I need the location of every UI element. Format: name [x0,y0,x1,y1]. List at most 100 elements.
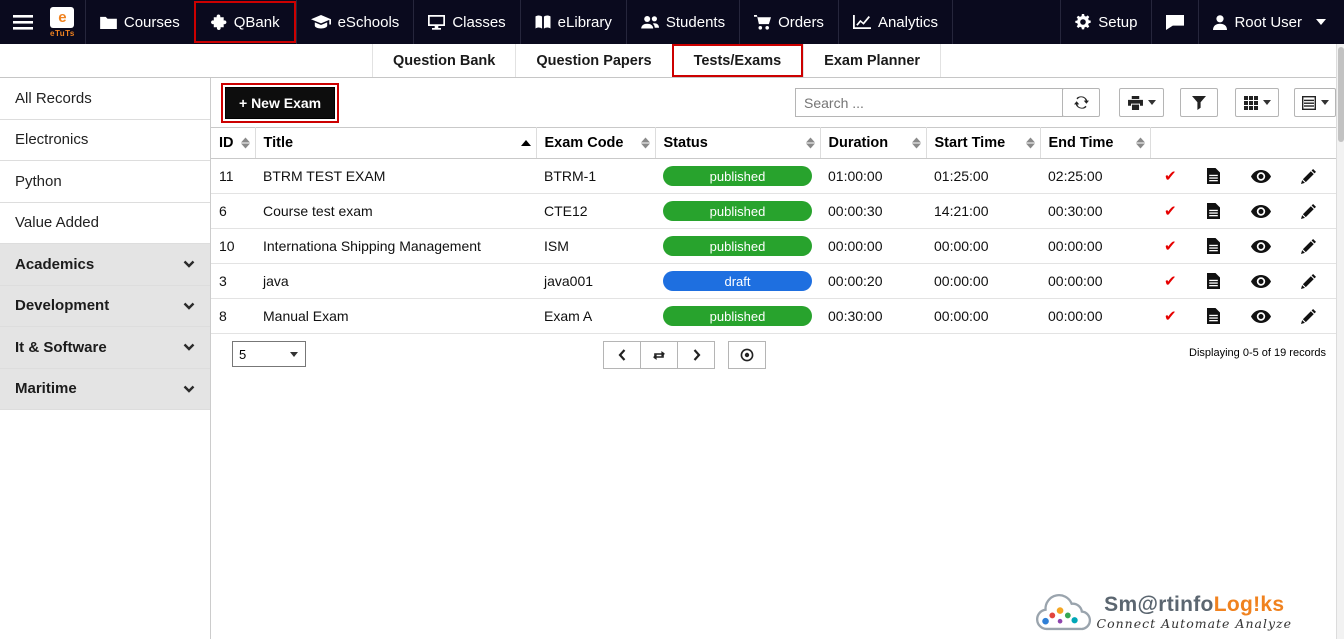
column-header-duration[interactable]: Duration [820,127,927,159]
sidebar-group-development[interactable]: Development [0,285,210,327]
nav-students[interactable]: Students [625,0,739,44]
nav-label: Courses [123,13,180,31]
document-icon[interactable] [1207,168,1221,184]
hamburger-menu-icon[interactable] [0,0,46,44]
sidebar-item-python[interactable]: Python [0,161,210,203]
search-input[interactable] [795,88,1063,117]
reload-list-button[interactable] [640,341,678,369]
chevron-down-icon [1147,100,1156,105]
book-icon [535,14,551,30]
cell-duration: 00:00:20 [820,263,926,299]
users-icon [641,15,659,29]
document-icon[interactable] [1207,238,1221,254]
exam-toolbar: + New Exam [211,78,1336,127]
chevron-down-icon [1316,19,1326,25]
nav-courses[interactable]: Courses [84,0,194,44]
document-icon[interactable] [1207,273,1221,289]
column-header-status[interactable]: Status [655,127,821,159]
sidebar-group-maritime[interactable]: Maritime [0,368,210,410]
column-header-end-time[interactable]: End Time [1040,127,1151,159]
filter-button[interactable] [1180,88,1218,117]
prev-page-button[interactable] [603,341,641,369]
chat-button[interactable] [1151,0,1198,44]
tab-question-bank[interactable]: Question Bank [372,44,515,77]
new-exam-button[interactable]: + New Exam [220,83,340,123]
sidebar-group-academics[interactable]: Academics [0,244,210,286]
column-label: Start Time [934,135,1006,151]
cell-title: Manual Exam [255,298,536,334]
sidebar-item-electronics[interactable]: Electronics [0,120,210,161]
sidebar-label: Development [15,297,110,315]
next-page-button[interactable] [677,341,715,369]
nav-setup[interactable]: Setup [1060,0,1151,44]
vendor-tagline: Connect Automate Analyze [1096,616,1292,632]
eye-icon[interactable] [1250,169,1271,183]
column-label: Exam Code [544,135,624,151]
search-group [795,88,1100,117]
column-header-actions [1150,127,1336,159]
grid-icon [1243,95,1258,110]
tab-tests-exams[interactable]: Tests/Exams [671,44,804,77]
nav-classes[interactable]: Classes [413,0,519,44]
print-menu-button[interactable] [1119,88,1164,117]
nav-elibrary[interactable]: eLibrary [519,0,626,44]
column-label: Status [663,135,708,151]
column-header-exam-code[interactable]: Exam Code [536,127,656,159]
approve-check-icon[interactable]: ✔ [1164,309,1177,324]
brand-logo[interactable]: e eTuTs [46,0,85,44]
eye-icon[interactable] [1250,239,1271,253]
column-label: Duration [828,135,889,151]
goto-current-button[interactable] [728,341,766,369]
columns-menu-button[interactable] [1235,88,1279,117]
cloud-logo-icon [1031,590,1093,635]
tab-exam-planner[interactable]: Exam Planner [803,44,942,77]
cell-exam-code: Exam A [536,298,655,334]
page-size-select[interactable]: 5 [233,342,305,366]
main-nav: Courses QBank eSchools Classes eLibrary … [84,0,953,44]
nav-eschools[interactable]: eSchools [295,0,414,44]
vertical-scrollbar-track[interactable] [1336,44,1344,639]
nav-label: Setup [1098,13,1138,31]
column-header-title[interactable]: Title [255,127,537,159]
sidebar-item-value-added[interactable]: Value Added [0,203,210,244]
cell-start-time: 01:25:00 [926,158,1040,194]
user-menu[interactable]: Root User [1198,0,1344,44]
nav-analytics[interactable]: Analytics [837,0,953,44]
cell-title: java [255,263,536,299]
approve-check-icon[interactable]: ✔ [1164,204,1177,219]
nav-qbank[interactable]: QBank [193,1,296,43]
list-view-icon [1301,95,1316,110]
user-label: Root User [1234,13,1302,31]
nav-orders[interactable]: Orders [739,0,838,44]
vertical-scrollbar-thumb[interactable] [1338,47,1344,142]
sort-both-icon [1025,137,1035,149]
column-header-id[interactable]: ID [211,127,256,159]
tab-question-papers[interactable]: Question Papers [515,44,671,77]
nav-label: eSchools [337,13,400,31]
pencil-icon[interactable] [1300,203,1316,219]
eye-icon[interactable] [1250,204,1271,218]
chevron-down-icon [183,385,195,393]
pencil-icon[interactable] [1300,168,1316,184]
status-badge: draft [663,271,812,291]
eye-icon[interactable] [1250,309,1271,323]
pencil-icon[interactable] [1300,238,1316,254]
approve-check-icon[interactable]: ✔ [1164,274,1177,289]
document-icon[interactable] [1207,203,1221,219]
row-actions: ✔ [1158,238,1328,254]
pencil-icon[interactable] [1300,308,1316,324]
cell-exam-code: java001 [536,263,655,299]
eye-icon[interactable] [1250,274,1271,288]
chevron-left-icon [618,349,627,361]
document-icon[interactable] [1207,308,1221,324]
nav-label: Students [665,13,726,31]
sidebar-label: Maritime [15,380,77,398]
refresh-button[interactable] [1062,88,1100,117]
approve-check-icon[interactable]: ✔ [1164,239,1177,254]
column-header-start-time[interactable]: Start Time [926,127,1041,159]
approve-check-icon[interactable]: ✔ [1164,169,1177,184]
sidebar-item-all-records[interactable]: All Records [0,78,210,120]
view-menu-button[interactable] [1294,88,1336,117]
sidebar-group-it-software[interactable]: It & Software [0,327,210,369]
pencil-icon[interactable] [1300,273,1316,289]
